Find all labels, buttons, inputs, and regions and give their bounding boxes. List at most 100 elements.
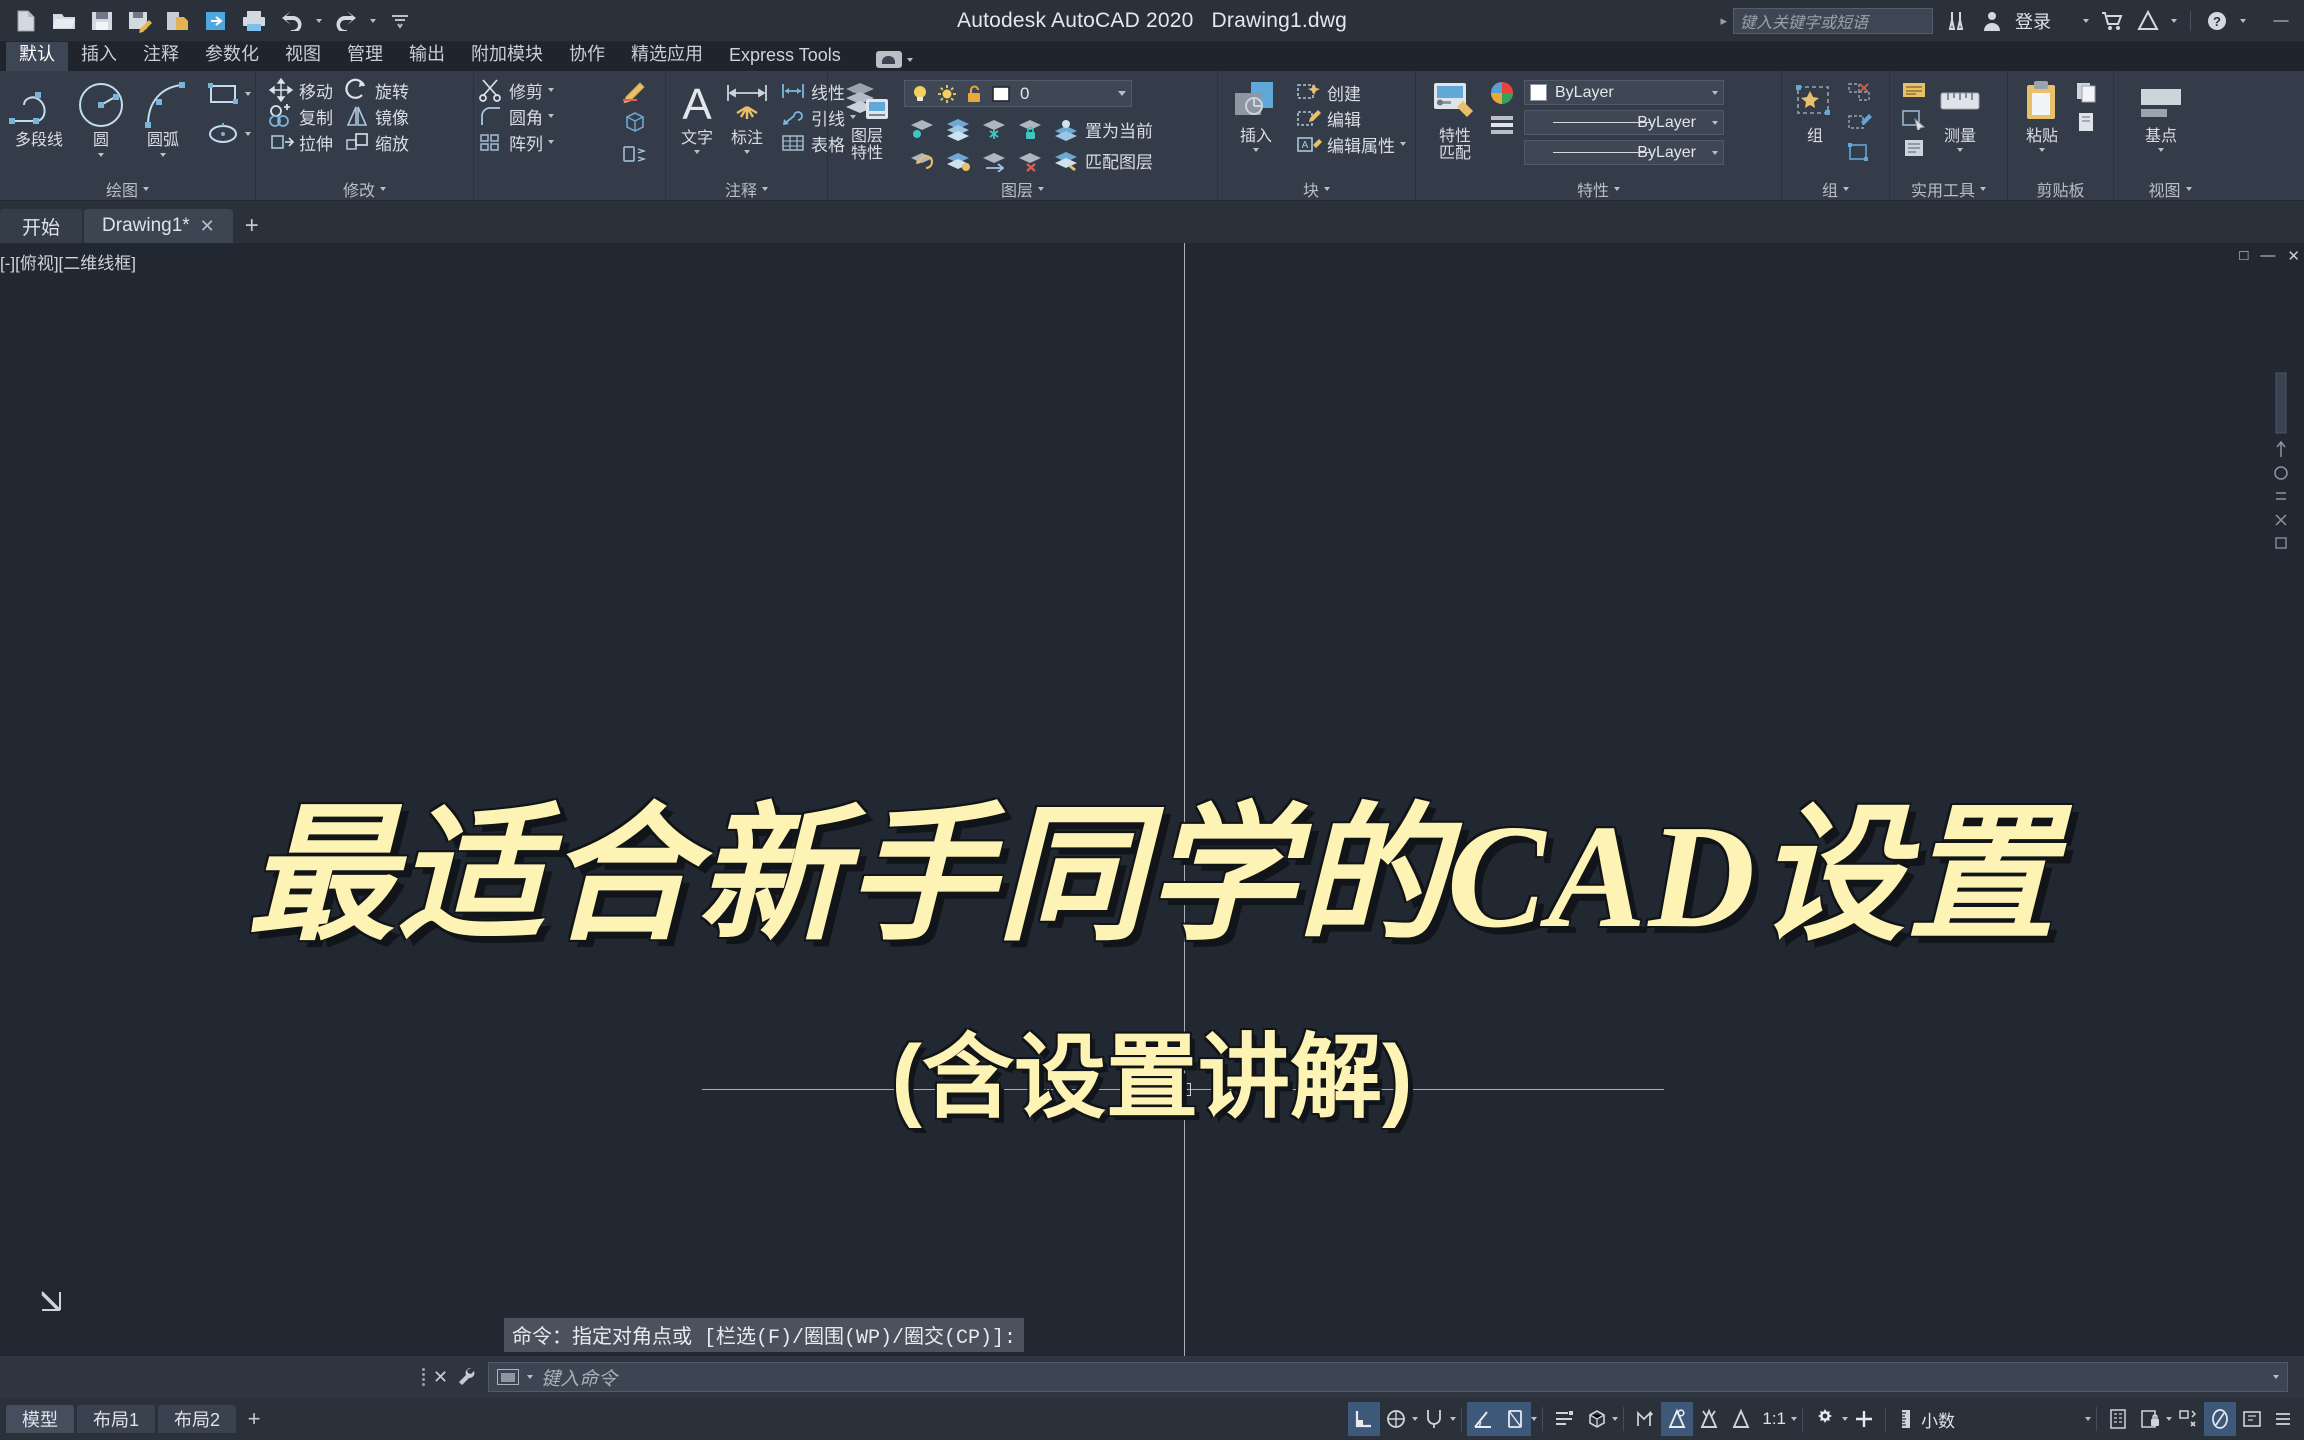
arc-button[interactable]: 圆弧 [132,77,194,157]
base-view-button[interactable]: 基点 [2130,77,2192,152]
drawing-canvas[interactable]: [-][俯视][二维线框] □ — ✕ 最适合新手同学的CAD设置 (含设置讲解… [0,243,2304,1356]
object-linetype-combo[interactable]: ByLayer [1524,110,1724,135]
ellipse-button[interactable] [202,121,255,147]
cloud-sync-area[interactable] [875,51,913,71]
dynamic-ucs-icon[interactable] [1629,1402,1661,1436]
object-lineweight-dropdown-icon[interactable] [1712,150,1718,155]
cart-icon[interactable] [2099,8,2125,34]
print-icon[interactable] [236,4,272,38]
redo-icon[interactable] [328,4,364,38]
quick-properties-icon[interactable] [2102,1402,2134,1436]
new-file-tab-button[interactable]: + [235,209,269,243]
scale-button[interactable]: 缩放 [340,129,416,155]
fillet-button[interactable]: 圆角 [474,103,558,129]
layer-color-swatch[interactable] [991,84,1011,104]
display-drawing-grid-icon[interactable] [1380,1402,1412,1436]
object-snap-icon[interactable] [1661,1402,1694,1436]
layer-isolate-button[interactable] [904,116,940,142]
close-icon[interactable]: ✕ [200,216,215,237]
ribbon-tab-express-tools[interactable]: Express Tools [716,42,854,71]
trim-button[interactable]: 修剪 [474,77,558,103]
object-linetype-dropdown-icon[interactable] [1712,120,1718,125]
annotation-panel-expand-icon[interactable] [762,186,768,191]
object-snap-tracking-icon[interactable] [1580,1402,1612,1436]
layer-walk-button[interactable] [940,147,976,173]
file-tab-start[interactable]: 开始 [0,209,83,243]
text-button[interactable]: A 文字 [672,77,722,154]
groups-panel-expand-icon[interactable] [1843,186,1849,191]
block-attribute-button[interactable]: A 编辑属性 [1292,131,1410,157]
file-tab-drawing1[interactable]: Drawing1* ✕ [84,209,233,243]
id-point-button[interactable] [1896,135,1932,161]
unlock-icon[interactable] [964,84,984,104]
ribbon-tab-collaborate[interactable]: 协作 [556,37,618,71]
object-color-combo[interactable]: ByLayer [1524,80,1724,105]
units-dropdown-icon[interactable] [2085,1417,2091,1421]
layer-delete-button[interactable] [1012,147,1048,173]
trim-dropdown-icon[interactable] [548,88,554,92]
close-icon[interactable]: ✕ [2287,247,2300,265]
lineweight-icon[interactable] [1693,1402,1725,1436]
ribbon-tab-manage[interactable]: 管理 [334,37,396,71]
save-icon[interactable] [84,4,120,38]
object-lineweight-combo[interactable]: ByLayer [1524,140,1724,165]
customize-qat-icon[interactable] [382,4,418,38]
command-settings-icon[interactable] [456,1366,478,1388]
utilities-panel-expand-icon[interactable] [1980,186,1986,191]
text-dropdown-icon[interactable] [694,149,700,154]
draw-panel-expand-icon[interactable] [143,186,149,191]
command-input[interactable]: 键入命令 [488,1362,2288,1392]
ribbon-tab-insert[interactable]: 插入 [68,37,130,71]
group-selection-button[interactable] [1842,139,1876,165]
circle-dropdown-icon[interactable] [98,152,104,157]
sun-icon[interactable] [937,84,957,104]
object-color-dropdown-icon[interactable] [1712,90,1718,95]
command-history-dropdown-icon[interactable] [527,1375,534,1379]
arc-dropdown-icon[interactable] [160,152,166,157]
current-layer-combo[interactable]: 0 [904,80,1132,107]
array-button[interactable]: 阵列 [474,129,558,155]
ellipse-dropdown-icon[interactable] [245,132,251,136]
autodesk-app-icon[interactable] [2135,8,2161,34]
layer-properties-button[interactable]: 图层 特性 [836,77,898,163]
autodesk-account-icon[interactable] [1979,8,2005,34]
layer-match-button[interactable]: 匹配图层 [1048,147,1157,173]
open-icon[interactable] [46,4,82,38]
search-expand-icon[interactable]: ▸ [1720,13,1727,29]
3d-box-button[interactable] [616,109,654,135]
help-dropdown-icon[interactable] [2240,18,2246,23]
cut-clip-button[interactable] [2070,109,2104,135]
stretch-button[interactable]: 拉伸 [264,129,340,155]
undo-icon[interactable] [274,4,310,38]
block-edit-button[interactable]: 编辑 [1292,105,1410,131]
open-from-web-icon[interactable] [198,4,234,38]
paste-dropdown-icon[interactable] [2039,147,2045,152]
insert-block-button[interactable]: 插入 [1226,77,1286,152]
snap-dropdown-icon[interactable] [1450,1417,1457,1421]
paste-button[interactable]: 粘贴 [2016,77,2068,152]
lightbulb-on-icon[interactable] [910,84,930,104]
ribbon-tab-parametric[interactable]: 参数化 [192,37,272,71]
layers-panel-expand-icon[interactable] [1038,186,1044,191]
ribbon-tab-output[interactable]: 输出 [396,37,458,71]
login-button[interactable]: 登录 [2015,8,2051,34]
new-icon[interactable] [8,4,44,38]
transparency-icon[interactable] [1725,1402,1757,1436]
osnap-track-dropdown-icon[interactable] [1612,1417,1619,1421]
snap-mode-icon[interactable] [1418,1402,1450,1436]
isometric-drafting-icon[interactable] [1548,1402,1580,1436]
block-attribute-dropdown-icon[interactable] [1400,142,1406,146]
modify-panel-expand-icon[interactable] [380,186,386,191]
isolate-objects-icon[interactable] [2172,1402,2204,1436]
layer-previous-button[interactable] [904,147,940,173]
layer-freeze-button[interactable] [976,116,1012,142]
cloud-dropdown-icon[interactable] [906,57,913,62]
color-wheel-icon[interactable] [1488,79,1516,107]
measure-button[interactable]: 测量 [1932,77,1988,152]
minimize-button[interactable]: — [2264,6,2298,36]
command-close-icon[interactable]: ✕ [433,1367,448,1388]
polar-tracking-icon[interactable] [1499,1402,1532,1436]
match-properties-button[interactable]: 特性 匹配 [1426,77,1484,163]
model-space-icon[interactable] [1348,1402,1381,1436]
layer-lock-button[interactable] [1012,116,1048,142]
